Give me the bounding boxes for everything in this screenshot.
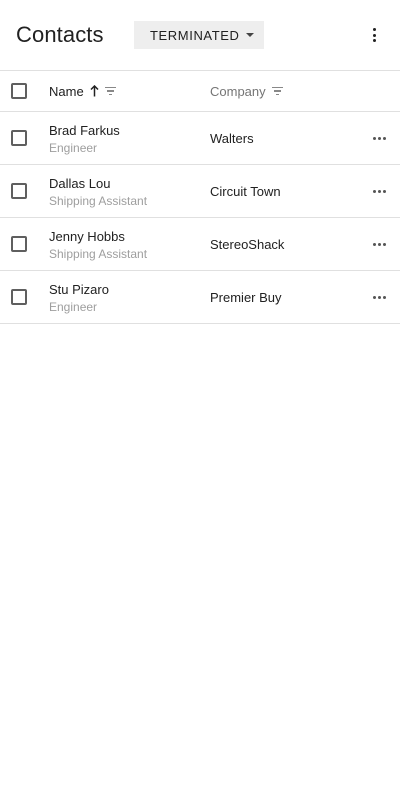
- sort-ascending-icon[interactable]: [90, 85, 99, 97]
- contact-name-cell: Brad Farkus Engineer: [49, 123, 120, 156]
- more-horiz-icon[interactable]: [373, 190, 386, 193]
- contact-name: Dallas Lou: [49, 176, 111, 191]
- column-header-name[interactable]: Name: [49, 71, 116, 111]
- table-row[interactable]: Stu Pizaro Engineer Premier Buy: [0, 271, 400, 324]
- contact-company: Walters: [210, 131, 254, 146]
- status-filter-select[interactable]: TERMINATED: [134, 21, 264, 49]
- table-row[interactable]: Jenny Hobbs Shipping Assistant StereoSha…: [0, 218, 400, 271]
- contact-company: Premier Buy: [210, 290, 282, 305]
- table-row[interactable]: Dallas Lou Shipping Assistant Circuit To…: [0, 165, 400, 218]
- filter-icon[interactable]: [104, 86, 116, 96]
- row-checkbox[interactable]: [11, 130, 27, 146]
- more-horiz-icon[interactable]: [373, 243, 386, 246]
- contact-title: Engineer: [49, 141, 98, 155]
- page-title: Contacts: [16, 22, 104, 47]
- row-checkbox[interactable]: [11, 236, 27, 252]
- contact-name: Stu Pizaro: [49, 282, 109, 297]
- contact-name-cell: Stu Pizaro Engineer: [49, 282, 109, 315]
- column-header-name-label: Name: [49, 83, 84, 99]
- row-checkbox[interactable]: [11, 289, 27, 305]
- dropdown-arrow-icon: [246, 33, 254, 37]
- contact-name-cell: Dallas Lou Shipping Assistant: [49, 176, 147, 209]
- table-row[interactable]: Brad Farkus Engineer Walters: [0, 112, 400, 165]
- contact-name-cell: Jenny Hobbs Shipping Assistant: [49, 229, 147, 262]
- contact-title: Shipping Assistant: [49, 194, 148, 208]
- contact-name: Jenny Hobbs: [49, 229, 125, 244]
- contact-name: Brad Farkus: [49, 123, 120, 138]
- more-horiz-icon[interactable]: [373, 296, 386, 299]
- column-header-company[interactable]: Company: [210, 71, 283, 111]
- contact-title: Shipping Assistant: [49, 247, 148, 261]
- contact-company: Circuit Town: [210, 184, 281, 199]
- row-checkbox[interactable]: [11, 183, 27, 199]
- contact-company: StereoShack: [210, 237, 285, 252]
- contact-title: Engineer: [49, 300, 98, 314]
- more-vert-icon[interactable]: [370, 28, 378, 42]
- column-header-company-label: Company: [210, 83, 266, 99]
- table-header-row: Name Company: [0, 71, 400, 112]
- filter-icon[interactable]: [271, 86, 283, 96]
- more-horiz-icon[interactable]: [373, 137, 386, 140]
- select-all-checkbox[interactable]: [11, 83, 27, 99]
- app-header: Contacts TERMINATED: [0, 0, 400, 70]
- status-filter-value: TERMINATED: [150, 27, 240, 43]
- contacts-table: Name Company Brad Farkus Engineer Walter…: [0, 70, 400, 324]
